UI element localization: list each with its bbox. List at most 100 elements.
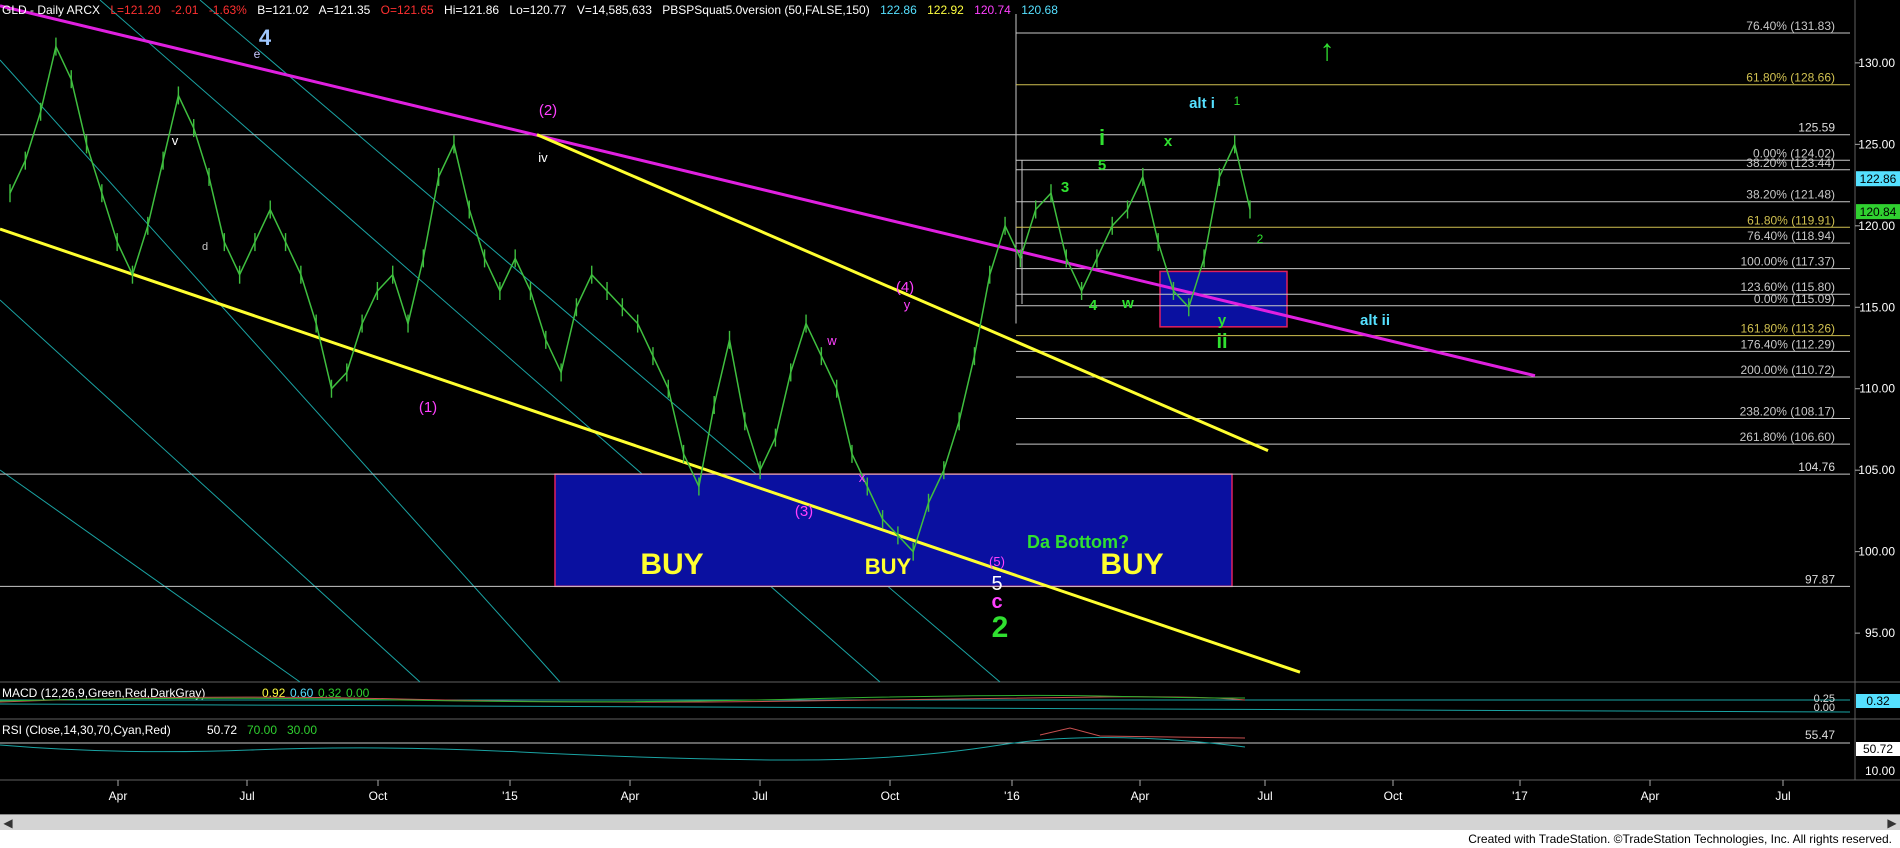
ask-price: A=121.35 xyxy=(318,3,371,17)
wave-label: (4) xyxy=(896,279,914,296)
x-axis-tick-label: Jul xyxy=(1257,789,1272,803)
wave-label: w xyxy=(826,333,837,348)
last-price-tag-label: 120.84 xyxy=(1860,205,1897,219)
footer-credit: Created with TradeStation. ©TradeStation… xyxy=(1468,832,1892,846)
rsi-value: 70.00 xyxy=(247,723,277,737)
symbol-label: GLD - Daily ARCX xyxy=(2,3,101,17)
rsi-value: 50.72 xyxy=(207,723,237,737)
fib-level-label: 100.00% (117.37) xyxy=(1740,255,1835,269)
x-axis-tick-label: '15 xyxy=(502,789,518,803)
wave-label: 2 xyxy=(1257,232,1264,246)
last-price-tag-label: 122.86 xyxy=(1860,172,1897,186)
scroll-left-icon[interactable]: ◀ xyxy=(0,815,16,831)
fib-level-label: 176.40% (112.29) xyxy=(1740,337,1835,351)
y-axis-tick-label: 95.00 xyxy=(1865,626,1895,640)
x-axis-tick-label: Apr xyxy=(1131,789,1150,803)
wave-label: (1) xyxy=(419,399,437,416)
x-axis-tick-label: Oct xyxy=(369,789,388,803)
wave-label: 2 xyxy=(992,611,1009,644)
low-price: Lo=120.77 xyxy=(509,3,567,17)
indicator-value-2: 122.92 xyxy=(927,3,964,17)
x-axis-tick-label: Apr xyxy=(621,789,640,803)
y-axis-tick-label: 130.00 xyxy=(1858,56,1895,70)
rsi-axis-label: 10.00 xyxy=(1865,764,1895,778)
y-axis-tick-label: 105.00 xyxy=(1858,463,1895,477)
x-axis-tick-label: Jul xyxy=(239,789,254,803)
wave-label: 5 xyxy=(1098,157,1106,174)
wave-label: alt ii xyxy=(1360,312,1390,329)
x-axis-tick-label: Jul xyxy=(752,789,767,803)
x-axis-tick-label: Oct xyxy=(881,789,900,803)
chart-header: GLD - Daily ARCX L=121.20 -2.01 -1.63% B… xyxy=(2,3,1065,17)
fib-level-label: 76.40% (118.94) xyxy=(1747,229,1835,243)
fib-level-label: 200.00% (110.72) xyxy=(1740,363,1835,377)
wave-label: alt i xyxy=(1189,95,1215,112)
scroll-right-icon[interactable]: ▶ xyxy=(1884,815,1900,831)
wave-label: 3 xyxy=(1061,179,1069,196)
rsi-title: RSI (Close,14,30,70,Cyan,Red) xyxy=(2,723,171,737)
yellow-trendline-lower xyxy=(0,227,1301,674)
wave-label: e xyxy=(254,47,261,61)
rsi-axis-label: 55.47 xyxy=(1805,728,1835,742)
open-price: O=121.65 xyxy=(380,3,434,17)
rsi-overbought-segment xyxy=(1039,727,1246,739)
wave-label: ↑ xyxy=(1320,34,1335,67)
macd-axis-label: 0.00 xyxy=(1814,702,1835,714)
wave-label: (3) xyxy=(795,503,813,520)
y-axis-tick-label: 110.00 xyxy=(1859,382,1895,396)
indicator-value-1: 122.86 xyxy=(880,3,917,17)
fib-level-label: 161.80% (113.26) xyxy=(1740,322,1835,336)
x-axis-tick-label: Apr xyxy=(109,789,128,803)
price-chart[interactable]: 125.59 104.76 97.87 76.40% (131.83) 61.80% (… xyxy=(0,0,1900,814)
fib-level-label: 38.20% (121.48) xyxy=(1746,188,1835,202)
horizontal-scrollbar[interactable]: ◀ ▶ xyxy=(0,814,1900,831)
high-price: Hi=121.86 xyxy=(444,3,500,17)
macd-value-tag-label: 0.32 xyxy=(1866,694,1890,708)
fib-level-label: 61.80% (119.91) xyxy=(1747,213,1835,227)
rsi-line xyxy=(0,737,1246,761)
x-axis-tick-label: Jul xyxy=(1775,789,1790,803)
wave-label: i xyxy=(1099,125,1105,150)
footer: Created with TradeStation. ©TradeStation… xyxy=(0,830,1900,848)
wave-label: 4 xyxy=(259,25,272,50)
y-axis-tick-label: 115.00 xyxy=(1859,300,1895,314)
y-axis-tick-label: 100.00 xyxy=(1858,545,1895,559)
horizontal-level-label: 125.59 xyxy=(1798,121,1835,135)
y-axis-tick-label: 125.00 xyxy=(1858,137,1895,151)
wave-label: BUY xyxy=(1100,548,1163,581)
rsi-value-tag-label: 50.72 xyxy=(1863,742,1893,756)
wave-label: y xyxy=(904,297,911,312)
last-price: L=121.20 xyxy=(110,3,161,17)
horizontal-level-label: 97.87 xyxy=(1805,572,1835,586)
wave-label: x xyxy=(1164,133,1173,150)
x-axis-tick-label: '17 xyxy=(1512,789,1528,803)
wave-label: (2) xyxy=(539,102,557,119)
wave-label: 4 xyxy=(1089,297,1098,314)
wave-label: y xyxy=(1218,312,1227,329)
wave-label: 1 xyxy=(1234,94,1241,108)
bid-price: B=121.02 xyxy=(257,3,309,17)
indicator-value-3: 120.74 xyxy=(974,3,1011,17)
wave-label: d xyxy=(202,241,208,253)
fib-level-label: 261.80% (106.60) xyxy=(1740,430,1835,444)
fib-level-label: 238.20% (108.17) xyxy=(1740,405,1835,419)
x-axis-tick-label: Oct xyxy=(1384,789,1403,803)
rsi-value: 30.00 xyxy=(287,723,317,737)
wave-label: w xyxy=(1121,295,1134,312)
wave-label: v xyxy=(172,133,179,148)
fib-level-label: 61.80% (128.66) xyxy=(1746,71,1835,85)
wave-label: (5) xyxy=(989,554,1005,569)
wave-label: x xyxy=(859,470,866,485)
wave-label: iv xyxy=(538,150,548,165)
wave-label: BUY xyxy=(865,554,912,579)
indicator-value-4: 120.68 xyxy=(1021,3,1058,17)
macd-trendline xyxy=(0,703,1851,713)
wave-label: BUY xyxy=(640,548,703,581)
channel-line xyxy=(0,59,561,683)
net-change: -2.01 xyxy=(171,3,199,17)
magenta-trendline xyxy=(0,4,1536,378)
wave-label: ii xyxy=(1216,331,1227,353)
indicator-name: PBSPSquat5.0version (50,FALSE,150) xyxy=(662,3,870,17)
channel-line xyxy=(0,299,421,683)
x-axis-tick-label: '16 xyxy=(1004,789,1020,803)
